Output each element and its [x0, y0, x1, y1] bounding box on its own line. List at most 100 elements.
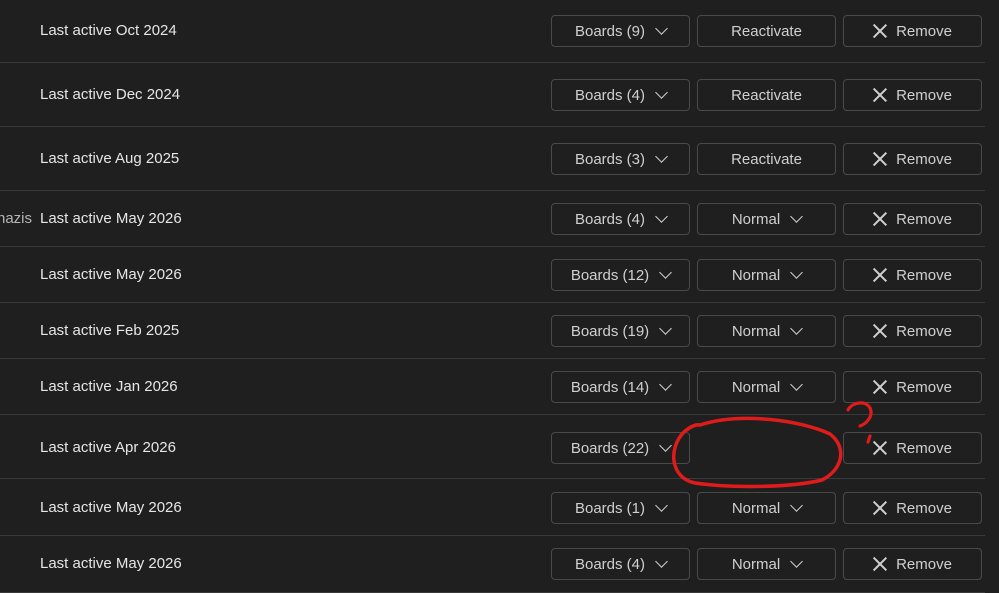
remove-button[interactable]: Remove	[843, 432, 982, 464]
close-icon	[873, 24, 887, 38]
role-dropdown[interactable]: Normal	[697, 371, 836, 403]
close-icon	[873, 152, 887, 166]
member-row: nazis Last active May 2026 Boards (4) No…	[0, 191, 985, 247]
role-dropdown[interactable]: Normal	[697, 203, 836, 235]
boards-dropdown-label: Boards (4)	[574, 210, 646, 228]
chevron-down-icon	[790, 266, 804, 279]
chevron-down-icon	[790, 499, 804, 512]
last-active-text: Last active May 2026	[40, 210, 182, 227]
role-dropdown-label: Normal	[731, 210, 781, 228]
chevron-down-icon	[655, 22, 668, 35]
role-dropdown[interactable]: Normal	[697, 492, 836, 524]
last-active-text: Last active Aug 2025	[40, 150, 180, 167]
member-row: Last active Apr 2026 Boards (22) Remove	[0, 415, 985, 479]
chevron-down-icon	[655, 210, 668, 223]
chevron-down-icon	[790, 555, 804, 568]
chevron-down-icon	[659, 378, 673, 391]
chevron-down-icon	[655, 499, 668, 512]
chevron-down-icon	[790, 210, 804, 223]
remove-button-label: Remove	[896, 378, 952, 396]
reactivate-button[interactable]: Reactivate	[697, 79, 836, 111]
remove-button[interactable]: Remove	[843, 79, 982, 111]
member-row: Last active May 2026 Boards (1) Normal R…	[0, 479, 985, 536]
remove-button-label: Remove	[896, 322, 952, 340]
boards-dropdown[interactable]: Boards (4)	[551, 79, 690, 111]
boards-dropdown-label: Boards (9)	[574, 22, 646, 40]
member-row: Last active Dec 2024 Boards (4) Reactiva…	[0, 63, 985, 127]
boards-dropdown[interactable]: Boards (22)	[551, 432, 690, 464]
remove-button-label: Remove	[896, 555, 952, 573]
remove-button[interactable]: Remove	[843, 259, 982, 291]
role-dropdown-label: Normal	[731, 555, 781, 573]
member-row: Last active Jan 2026 Boards (14) Normal …	[0, 359, 985, 415]
chevron-down-icon	[655, 150, 668, 163]
close-icon	[873, 441, 887, 455]
remove-button[interactable]: Remove	[843, 548, 982, 580]
chevron-down-icon	[659, 322, 673, 335]
reactivate-button-label: Reactivate	[731, 22, 802, 40]
remove-button-label: Remove	[896, 266, 952, 284]
role-dropdown-label: Normal	[731, 322, 781, 340]
role-dropdown[interactable]: Normal	[697, 548, 836, 580]
chevron-down-icon	[790, 322, 804, 335]
remove-button-label: Remove	[896, 22, 952, 40]
role-dropdown-label: Normal	[731, 266, 781, 284]
remove-button[interactable]: Remove	[843, 492, 982, 524]
last-active-text: Last active Oct 2024	[40, 22, 177, 39]
member-row: Last active Feb 2025 Boards (19) Normal …	[0, 303, 985, 359]
remove-button-label: Remove	[896, 499, 952, 517]
remove-button[interactable]: Remove	[843, 315, 982, 347]
member-row: Last active Oct 2024 Boards (9) Reactiva…	[0, 0, 985, 63]
last-active-text: Last active Dec 2024	[40, 86, 181, 103]
chevron-down-icon	[655, 86, 668, 99]
boards-dropdown-label: Boards (1)	[574, 499, 646, 517]
member-name-truncated: nazis	[0, 210, 33, 227]
close-icon	[873, 88, 887, 102]
close-icon	[873, 557, 887, 571]
remove-button-label: Remove	[896, 439, 952, 457]
reactivate-button[interactable]: Reactivate	[697, 15, 836, 47]
member-row: Last active May 2026 Boards (12) Normal …	[0, 247, 985, 303]
boards-dropdown[interactable]: Boards (19)	[551, 315, 690, 347]
remove-button[interactable]: Remove	[843, 143, 982, 175]
reactivate-button-label: Reactivate	[731, 150, 802, 168]
last-active-text: Last active Jan 2026	[40, 378, 178, 395]
boards-dropdown[interactable]: Boards (1)	[551, 492, 690, 524]
boards-dropdown-label: Boards (14)	[570, 378, 650, 396]
boards-dropdown[interactable]: Boards (9)	[551, 15, 690, 47]
reactivate-button[interactable]: Reactivate	[697, 143, 836, 175]
boards-dropdown-label: Boards (19)	[570, 322, 650, 340]
close-icon	[873, 268, 887, 282]
remove-button-label: Remove	[896, 86, 952, 104]
boards-dropdown[interactable]: Boards (4)	[551, 548, 690, 580]
remove-button[interactable]: Remove	[843, 15, 982, 47]
boards-dropdown[interactable]: Boards (4)	[551, 203, 690, 235]
close-icon	[873, 501, 887, 515]
last-active-text: Last active May 2026	[40, 555, 182, 572]
chevron-down-icon	[655, 555, 668, 568]
remove-button[interactable]: Remove	[843, 371, 982, 403]
member-list: Last active Oct 2024 Boards (9) Reactiva…	[0, 0, 999, 593]
remove-button[interactable]: Remove	[843, 203, 982, 235]
role-dropdown-label: Normal	[731, 499, 781, 517]
remove-button-label: Remove	[896, 150, 952, 168]
close-icon	[873, 212, 887, 226]
role-dropdown[interactable]: Normal	[697, 315, 836, 347]
last-active-text: Last active Apr 2026	[40, 439, 176, 456]
boards-dropdown[interactable]: Boards (3)	[551, 143, 690, 175]
last-active-text: Last active Feb 2025	[40, 322, 180, 339]
chevron-down-icon	[659, 266, 673, 279]
chevron-down-icon	[790, 378, 804, 391]
boards-dropdown[interactable]: Boards (14)	[551, 371, 690, 403]
role-dropdown-label: Normal	[731, 378, 781, 396]
boards-dropdown-label: Boards (22)	[570, 439, 650, 457]
reactivate-button-label: Reactivate	[731, 86, 802, 104]
close-icon	[873, 380, 887, 394]
last-active-text: Last active May 2026	[40, 266, 182, 283]
boards-dropdown-label: Boards (4)	[574, 555, 646, 573]
role-dropdown[interactable]: Normal	[697, 259, 836, 291]
close-icon	[873, 324, 887, 338]
member-row: Last active Aug 2025 Boards (3) Reactiva…	[0, 127, 985, 191]
boards-dropdown[interactable]: Boards (12)	[551, 259, 690, 291]
last-active-text: Last active May 2026	[40, 499, 182, 516]
